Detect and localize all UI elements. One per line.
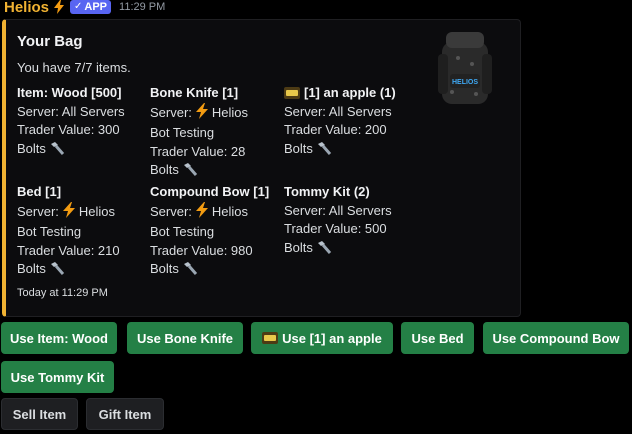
- item-name: [1] an apple (1): [284, 84, 416, 103]
- lightning-bolt-icon: [54, 0, 65, 14]
- svg-text:HELIOS: HELIOS: [452, 79, 478, 86]
- item-trader-value: Trader Value: 28: [150, 143, 246, 159]
- lightning-bolt-icon: [195, 201, 209, 224]
- use-compound-bow-button[interactable]: Use Compound Bow: [483, 322, 629, 354]
- battle-pass-icon: [284, 87, 300, 100]
- bag-item-field: Bed [1] Server: Helios Bot Testing Trade…: [17, 183, 149, 279]
- item-currency: Bolts: [17, 140, 149, 159]
- bag-item-field: Compound Bow [1] Server: Helios Bot Test…: [150, 183, 282, 279]
- backpack-thumbnail[interactable]: HELIOS: [432, 28, 498, 108]
- bolts-label: Bolts: [17, 261, 46, 276]
- embed-description: You have 7/7 items.: [17, 60, 131, 75]
- bolts-label: Bolts: [17, 140, 46, 156]
- bolts-label: Bolts: [284, 140, 313, 156]
- bag-item-field: Item: Wood [500] Server: All Servers Tra…: [17, 84, 149, 158]
- lightning-bolt-icon: [195, 102, 209, 125]
- bot-username[interactable]: Helios: [4, 0, 49, 16]
- item-currency: Bolts: [150, 161, 282, 180]
- app-badge: ✓ APP: [70, 0, 112, 14]
- item-trader-value: Trader Value: 210: [17, 242, 120, 258]
- item-server: Server: Helios: [17, 201, 149, 224]
- item-name: Tommy Kit (2): [284, 184, 370, 199]
- bag-embed: Your Bag You have 7/7 items. HELIOS Item…: [2, 19, 521, 317]
- bolts-screw-icon: [316, 141, 332, 156]
- use-bed-button[interactable]: Use Bed: [401, 322, 474, 354]
- item-currency: Bolts: [284, 239, 416, 258]
- bolts-label: Bolts: [284, 239, 313, 255]
- bag-item-field: Tommy Kit (2) Server: All Servers Trader…: [284, 183, 416, 257]
- use-apple-button[interactable]: Use [1] an apple: [251, 322, 393, 354]
- gift-item-button[interactable]: Gift Item: [86, 398, 164, 430]
- message-timestamp: 11:29 PM: [119, 1, 166, 13]
- item-name: Bone Knife [1]: [150, 85, 239, 100]
- item-trader-value: Trader Value: 200: [284, 122, 387, 137]
- check-icon: ✓: [74, 1, 83, 12]
- sell-item-button[interactable]: Sell Item: [1, 398, 78, 430]
- app-badge-label: APP: [84, 1, 108, 13]
- item-name: Compound Bow [1]: [150, 184, 270, 199]
- message-header: Helios ✓ APP 11:29 PM: [0, 0, 166, 16]
- item-server-tail: Bot Testing: [150, 125, 215, 140]
- bolts-screw-icon: [316, 240, 332, 255]
- item-name: Item: Wood [500]: [17, 85, 122, 100]
- item-server-tail: Bot Testing: [150, 224, 215, 239]
- bolts-screw-icon: [182, 262, 198, 276]
- item-currency: Bolts: [150, 260, 282, 279]
- battle-pass-icon: [262, 332, 279, 344]
- bolts-label: Bolts: [150, 261, 179, 276]
- item-server: Server: Helios: [150, 102, 282, 125]
- bag-item-field: [1] an apple (1) Server: All Servers Tra…: [284, 84, 416, 158]
- lightning-bolt-icon: [62, 201, 76, 224]
- item-name: Bed [1]: [17, 184, 62, 199]
- item-currency: Bolts: [284, 140, 416, 159]
- item-server: Server: All Servers: [17, 103, 125, 119]
- item-server-tail: Bot Testing: [17, 224, 82, 239]
- item-server: Server: All Servers: [284, 202, 392, 218]
- bolts-screw-icon: [182, 163, 198, 177]
- item-trader-value: Trader Value: 500: [284, 221, 387, 236]
- item-trader-value: Trader Value: 300: [17, 122, 120, 137]
- use-wood-button[interactable]: Use Item: Wood: [1, 322, 117, 354]
- item-currency: Bolts: [17, 260, 149, 279]
- bolts-screw-icon: [49, 262, 65, 276]
- embed-footer: Today at 11:29 PM: [17, 287, 108, 299]
- bag-item-field: Bone Knife [1] Server: Helios Bot Testin…: [150, 84, 282, 180]
- item-server: Server: All Servers: [284, 103, 392, 119]
- bolts-screw-icon: [49, 141, 65, 156]
- item-trader-value: Trader Value: 980: [150, 242, 253, 258]
- embed-title: Your Bag: [17, 33, 83, 50]
- use-tommy-kit-button[interactable]: Use Tommy Kit: [1, 361, 114, 393]
- item-server: Server: Helios: [150, 201, 282, 224]
- use-bone-knife-button[interactable]: Use Bone Knife: [127, 322, 243, 354]
- bolts-label: Bolts: [150, 162, 179, 177]
